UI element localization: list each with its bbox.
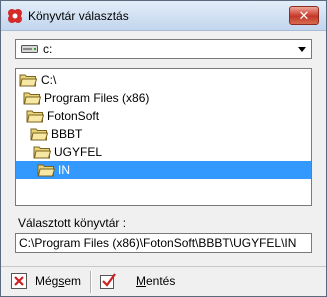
selected-path-field[interactable]: C:\Program Files (x86)\FotonSoft\BBBT\UG… [15,233,312,253]
tree-item-label: FotonSoft [47,109,100,123]
title-bar[interactable]: Könyvtár választás ✕ [1,1,326,31]
tree-item-label: UGYFEL [54,145,103,159]
folder-open-icon [26,110,44,123]
folder-open-icon [23,92,41,105]
drive-select[interactable]: c: [15,39,312,59]
save-button[interactable]: Mentés [100,271,180,293]
footer-toolbar: Mégsem Mentés [1,266,326,296]
chevron-down-icon [298,47,306,52]
folder-open-icon [19,74,37,87]
tree-item-label: Program Files (x86) [44,91,150,105]
tree-item-label: C:\ [41,73,57,87]
tree-item[interactable]: C:\ [16,71,311,89]
app-icon [8,9,22,23]
drive-dropdown-button[interactable] [294,40,311,58]
tree-item[interactable]: UGYFEL [16,143,311,161]
drive-value: c: [43,42,53,56]
tree-item-label: IN [58,163,70,177]
dialog-window: Könyvtár választás ✕ c: C:\ Program File… [0,0,327,297]
folder-open-icon [30,128,48,141]
close-icon: ✕ [298,8,310,23]
tree-item[interactable]: BBBT [16,125,311,143]
selected-folder-caption: Választott könyvtár : [18,216,127,230]
tree-item[interactable]: FotonSoft [16,107,311,125]
folder-open-icon [33,146,51,159]
drive-icon [21,45,38,53]
checkmark-icon [100,273,116,289]
toolbar-separator-highlight [91,271,92,293]
window-title: Könyvtár választás [28,9,129,23]
cancel-icon [11,273,27,289]
tree-item-label: BBBT [51,127,83,141]
tree-item-selected[interactable]: IN [16,161,311,179]
close-button[interactable]: ✕ [289,6,319,25]
cancel-label: Mégsem [35,274,82,288]
folder-tree[interactable]: C:\ Program Files (x86) FotonSoft BBBT U… [15,68,312,206]
folder-open-icon [37,164,55,177]
cancel-button[interactable]: Mégsem [11,271,86,293]
save-label: Mentés [136,274,176,288]
tree-item[interactable]: Program Files (x86) [16,89,311,107]
